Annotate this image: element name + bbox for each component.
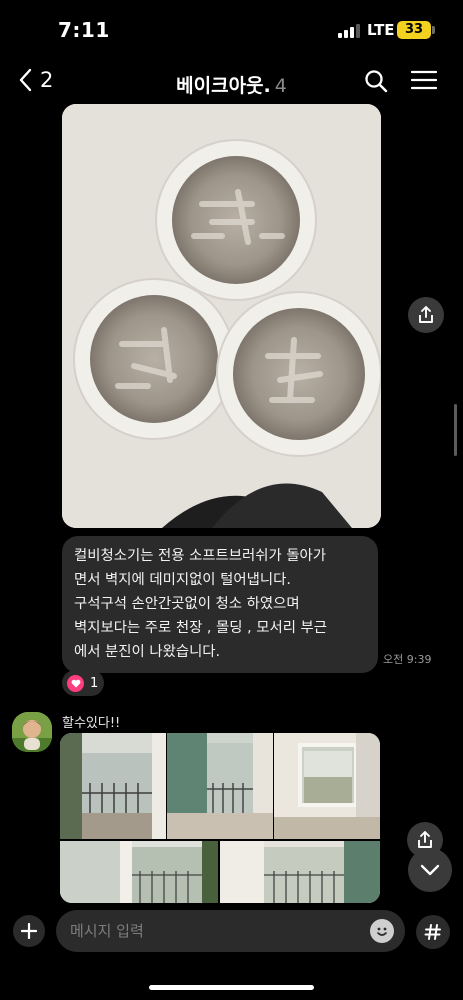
message-line: 컬비청소기는 전용 소프트브러쉬가 돌아가 [74, 548, 327, 564]
message-line: 벽지보다는 주로 천장 , 몰딩 , 모서리 부근 [74, 620, 328, 636]
message-line: 에서 분진이 나왔습니다. [74, 644, 221, 660]
status-time: 7:11 [58, 18, 110, 42]
network-type: LTE [367, 21, 395, 39]
hamburger-menu-icon [410, 70, 438, 90]
member-count: 4 [274, 75, 287, 97]
cleaning-filter-photo [62, 104, 381, 528]
chevron-down-icon [420, 864, 440, 876]
status-bar: 7:11 LTE 33 [0, 0, 463, 60]
chat-title: 베이크아웃. 4 [0, 71, 463, 98]
photo-thumbnail[interactable] [220, 841, 380, 903]
reaction-badge[interactable]: 1 [62, 670, 104, 696]
battery-level: 33 [397, 21, 431, 39]
photo-thumbnail[interactable] [167, 733, 273, 839]
menu-button[interactable] [410, 69, 438, 95]
share-photo-button[interactable] [408, 297, 444, 333]
share-icon [418, 831, 432, 848]
photo-thumbnail[interactable] [274, 733, 380, 839]
emoji-icon [377, 927, 387, 936]
message-timestamp: 오전 9:39 [383, 653, 432, 666]
share-icon [419, 306, 433, 323]
search-icon [365, 70, 388, 93]
attach-button[interactable] [13, 915, 45, 947]
message-line: 구석구석 손안간곳없이 청소 하였으며 [74, 596, 300, 612]
message-line: 면서 벽지에 데미지없이 털어냅니다. [74, 572, 291, 588]
hashtag-button[interactable] [416, 915, 450, 949]
battery-icon [432, 26, 435, 34]
photo-thumbnail[interactable] [60, 841, 218, 903]
plus-icon [21, 923, 37, 939]
search-button[interactable] [364, 69, 388, 97]
chat-header: 2 베이크아웃. 4 [0, 60, 463, 106]
reaction-count: 1 [90, 675, 99, 691]
photo-message[interactable] [62, 104, 381, 528]
chat-room-name: 베이크아웃. [176, 75, 271, 97]
avatar[interactable] [12, 712, 52, 752]
sender-name: 할수있다!! [62, 716, 121, 731]
scroll-to-bottom-button[interactable] [408, 848, 452, 892]
photo-grid[interactable] [60, 733, 380, 903]
scrollbar[interactable] [454, 404, 457, 456]
message-bubble[interactable]: 컬비청소기는 전용 소프트브러쉬가 돌아가 면서 벽지에 데미지없이 털어냅니다… [62, 536, 378, 673]
emoji-button[interactable] [370, 919, 394, 943]
signal-icon [338, 24, 360, 38]
hashtag-icon [424, 924, 441, 940]
photo-thumbnail[interactable] [60, 733, 166, 839]
message-input[interactable] [56, 910, 405, 952]
heart-icon [67, 674, 84, 692]
home-indicator [149, 985, 314, 990]
